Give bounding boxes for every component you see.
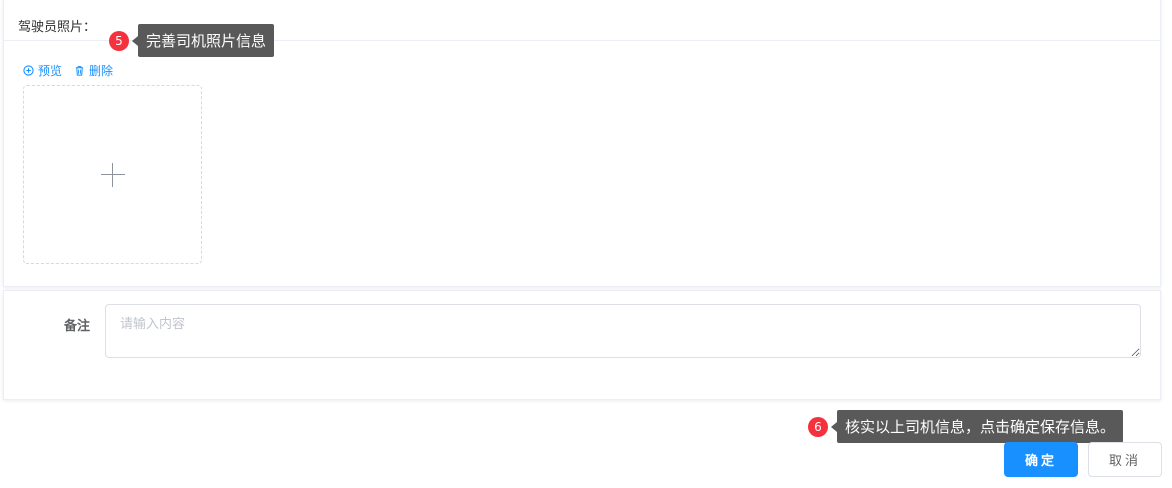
cancel-button[interactable]: 取消 — [1088, 442, 1162, 477]
step-badge: 5 — [109, 30, 129, 51]
trash-icon — [75, 66, 84, 76]
step-badge: 6 — [808, 416, 828, 437]
preview-button[interactable]: 预览 — [23, 62, 62, 79]
upload-actions: 预览 删除 — [23, 62, 113, 79]
remark-card: 备注 — [3, 290, 1161, 400]
guide-tip-5: 5 完善司机照片信息 — [109, 24, 275, 57]
driver-photo-title: 驾驶员照片： — [18, 20, 97, 35]
confirm-button[interactable]: 确定 — [1004, 442, 1078, 477]
remark-textarea[interactable] — [105, 304, 1141, 358]
guide-tip-6: 6 核实以上司机信息，点击确定保存信息。 — [808, 410, 1124, 443]
delete-button[interactable]: 删除 — [74, 62, 113, 79]
remark-label: 备注 — [64, 319, 91, 334]
tip-text: 完善司机照片信息 — [138, 24, 275, 57]
zoom-in-icon — [23, 65, 34, 76]
tip-text: 核实以上司机信息，点击确定保存信息。 — [837, 410, 1124, 443]
plus-icon — [100, 162, 125, 187]
preview-label: 预览 — [38, 64, 63, 78]
delete-label: 删除 — [89, 64, 114, 78]
photo-upload-box[interactable] — [23, 85, 202, 264]
